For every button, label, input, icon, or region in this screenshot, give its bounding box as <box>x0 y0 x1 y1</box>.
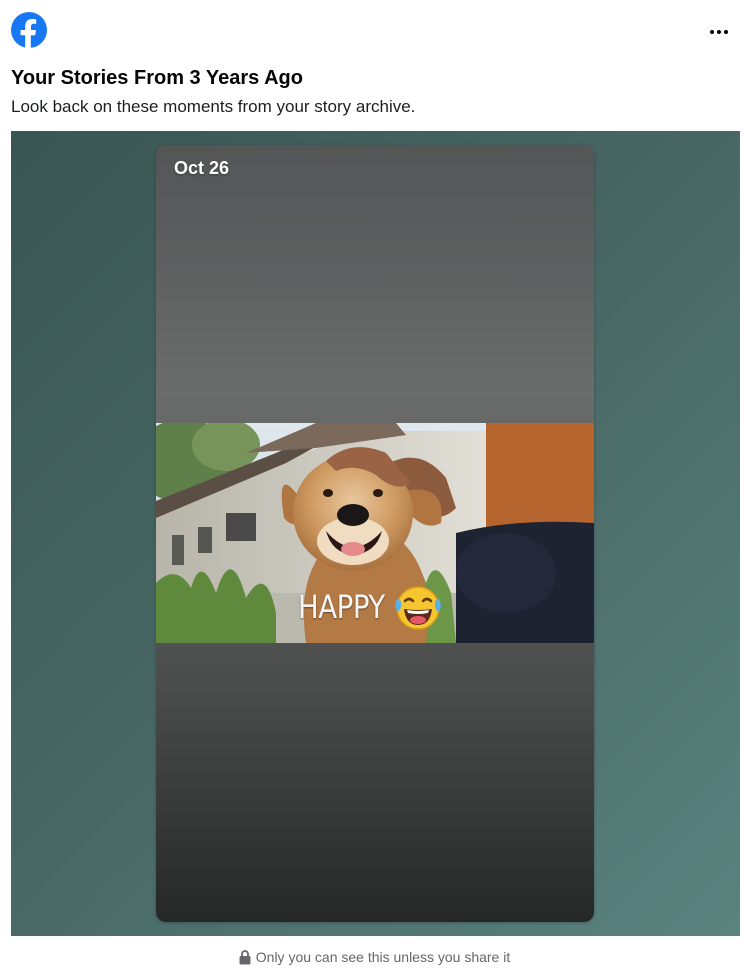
lock-icon <box>239 950 251 965</box>
more-options-dot <box>717 30 721 34</box>
more-options-icon <box>710 30 714 34</box>
more-options-button[interactable] <box>700 18 738 46</box>
story-caption: HAPPY <box>298 588 385 626</box>
post-title: Your Stories From 3 Years Ago <box>11 67 303 89</box>
story-card[interactable]: Oct 26 HAPPY <box>156 145 594 922</box>
laughing-emoji-icon <box>395 586 441 630</box>
privacy-text: Only you can see this unless you share i… <box>255 949 511 965</box>
facebook-logo-icon[interactable] <box>11 12 47 48</box>
privacy-notice: Only you can see this unless you share i… <box>0 949 749 965</box>
more-options-dot <box>724 30 728 34</box>
post-subtitle: Look back on these moments from your sto… <box>11 97 416 116</box>
story-media-background[interactable]: Oct 26 HAPPY <box>11 131 740 936</box>
story-date: Oct 26 <box>174 158 230 178</box>
